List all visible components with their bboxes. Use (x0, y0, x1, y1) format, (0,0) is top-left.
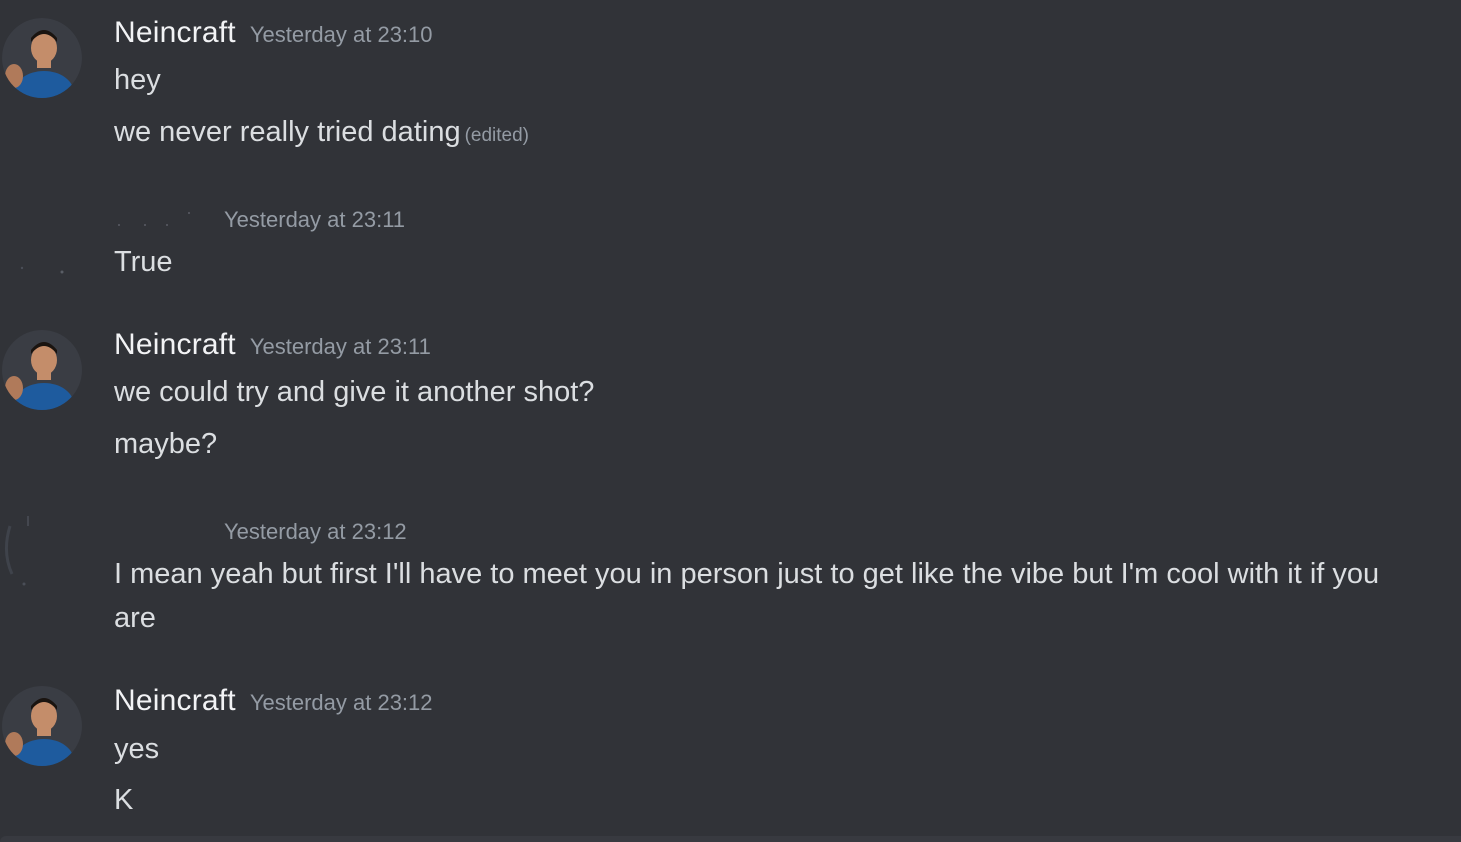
timestamp: Yesterday at 23:11 (249, 334, 431, 359)
message-composer[interactable] (0, 836, 1461, 842)
message-content: yes (114, 733, 160, 765)
message-content: I mean yeah but first I'll have to meet … (114, 558, 1380, 634)
avatar[interactable] (2, 232, 82, 312)
username[interactable] (114, 206, 194, 230)
message-text: yes (114, 727, 159, 771)
username[interactable]: Neincraft (114, 328, 236, 361)
avatar[interactable] (2, 512, 82, 592)
avatar[interactable] (2, 18, 82, 98)
message-text: hey (114, 58, 161, 102)
message-content: maybe? (114, 428, 218, 460)
message-text: we never really tried dating (edited) (114, 110, 529, 158)
edited-label: (edited) (464, 125, 529, 146)
message-header: Neincraft Yesterday at 23:12 (114, 684, 433, 724)
message-list: Neincraft Yesterday at 23:10 hey we never… (0, 0, 1461, 836)
username[interactable]: Neincraft (114, 684, 236, 717)
message-text: K (114, 778, 133, 822)
avatar[interactable] (2, 686, 82, 766)
avatar[interactable] (2, 330, 82, 410)
message-content: True (114, 246, 173, 278)
message-content: K (114, 784, 134, 816)
message-header: Neincraft Yesterday at 23:10 (114, 16, 433, 56)
message-text: we could try and give it another shot? (114, 370, 594, 414)
message-content: hey (114, 64, 161, 96)
message-text: maybe? (114, 422, 217, 466)
message-text: I mean yeah but first I'll have to meet … (114, 552, 1414, 640)
timestamp: Yesterday at 23:11 (224, 207, 406, 232)
timestamp: Yesterday at 23:10 (249, 22, 433, 47)
timestamp: Yesterday at 23:12 (224, 519, 407, 544)
message-content: we could try and give it another shot? (114, 376, 595, 408)
username[interactable]: Neincraft (114, 16, 236, 49)
message-text: True (114, 240, 173, 284)
message-header: Neincraft Yesterday at 23:11 (114, 328, 431, 368)
timestamp: Yesterday at 23:12 (249, 690, 433, 715)
message-content: we never really tried dating (114, 116, 461, 148)
